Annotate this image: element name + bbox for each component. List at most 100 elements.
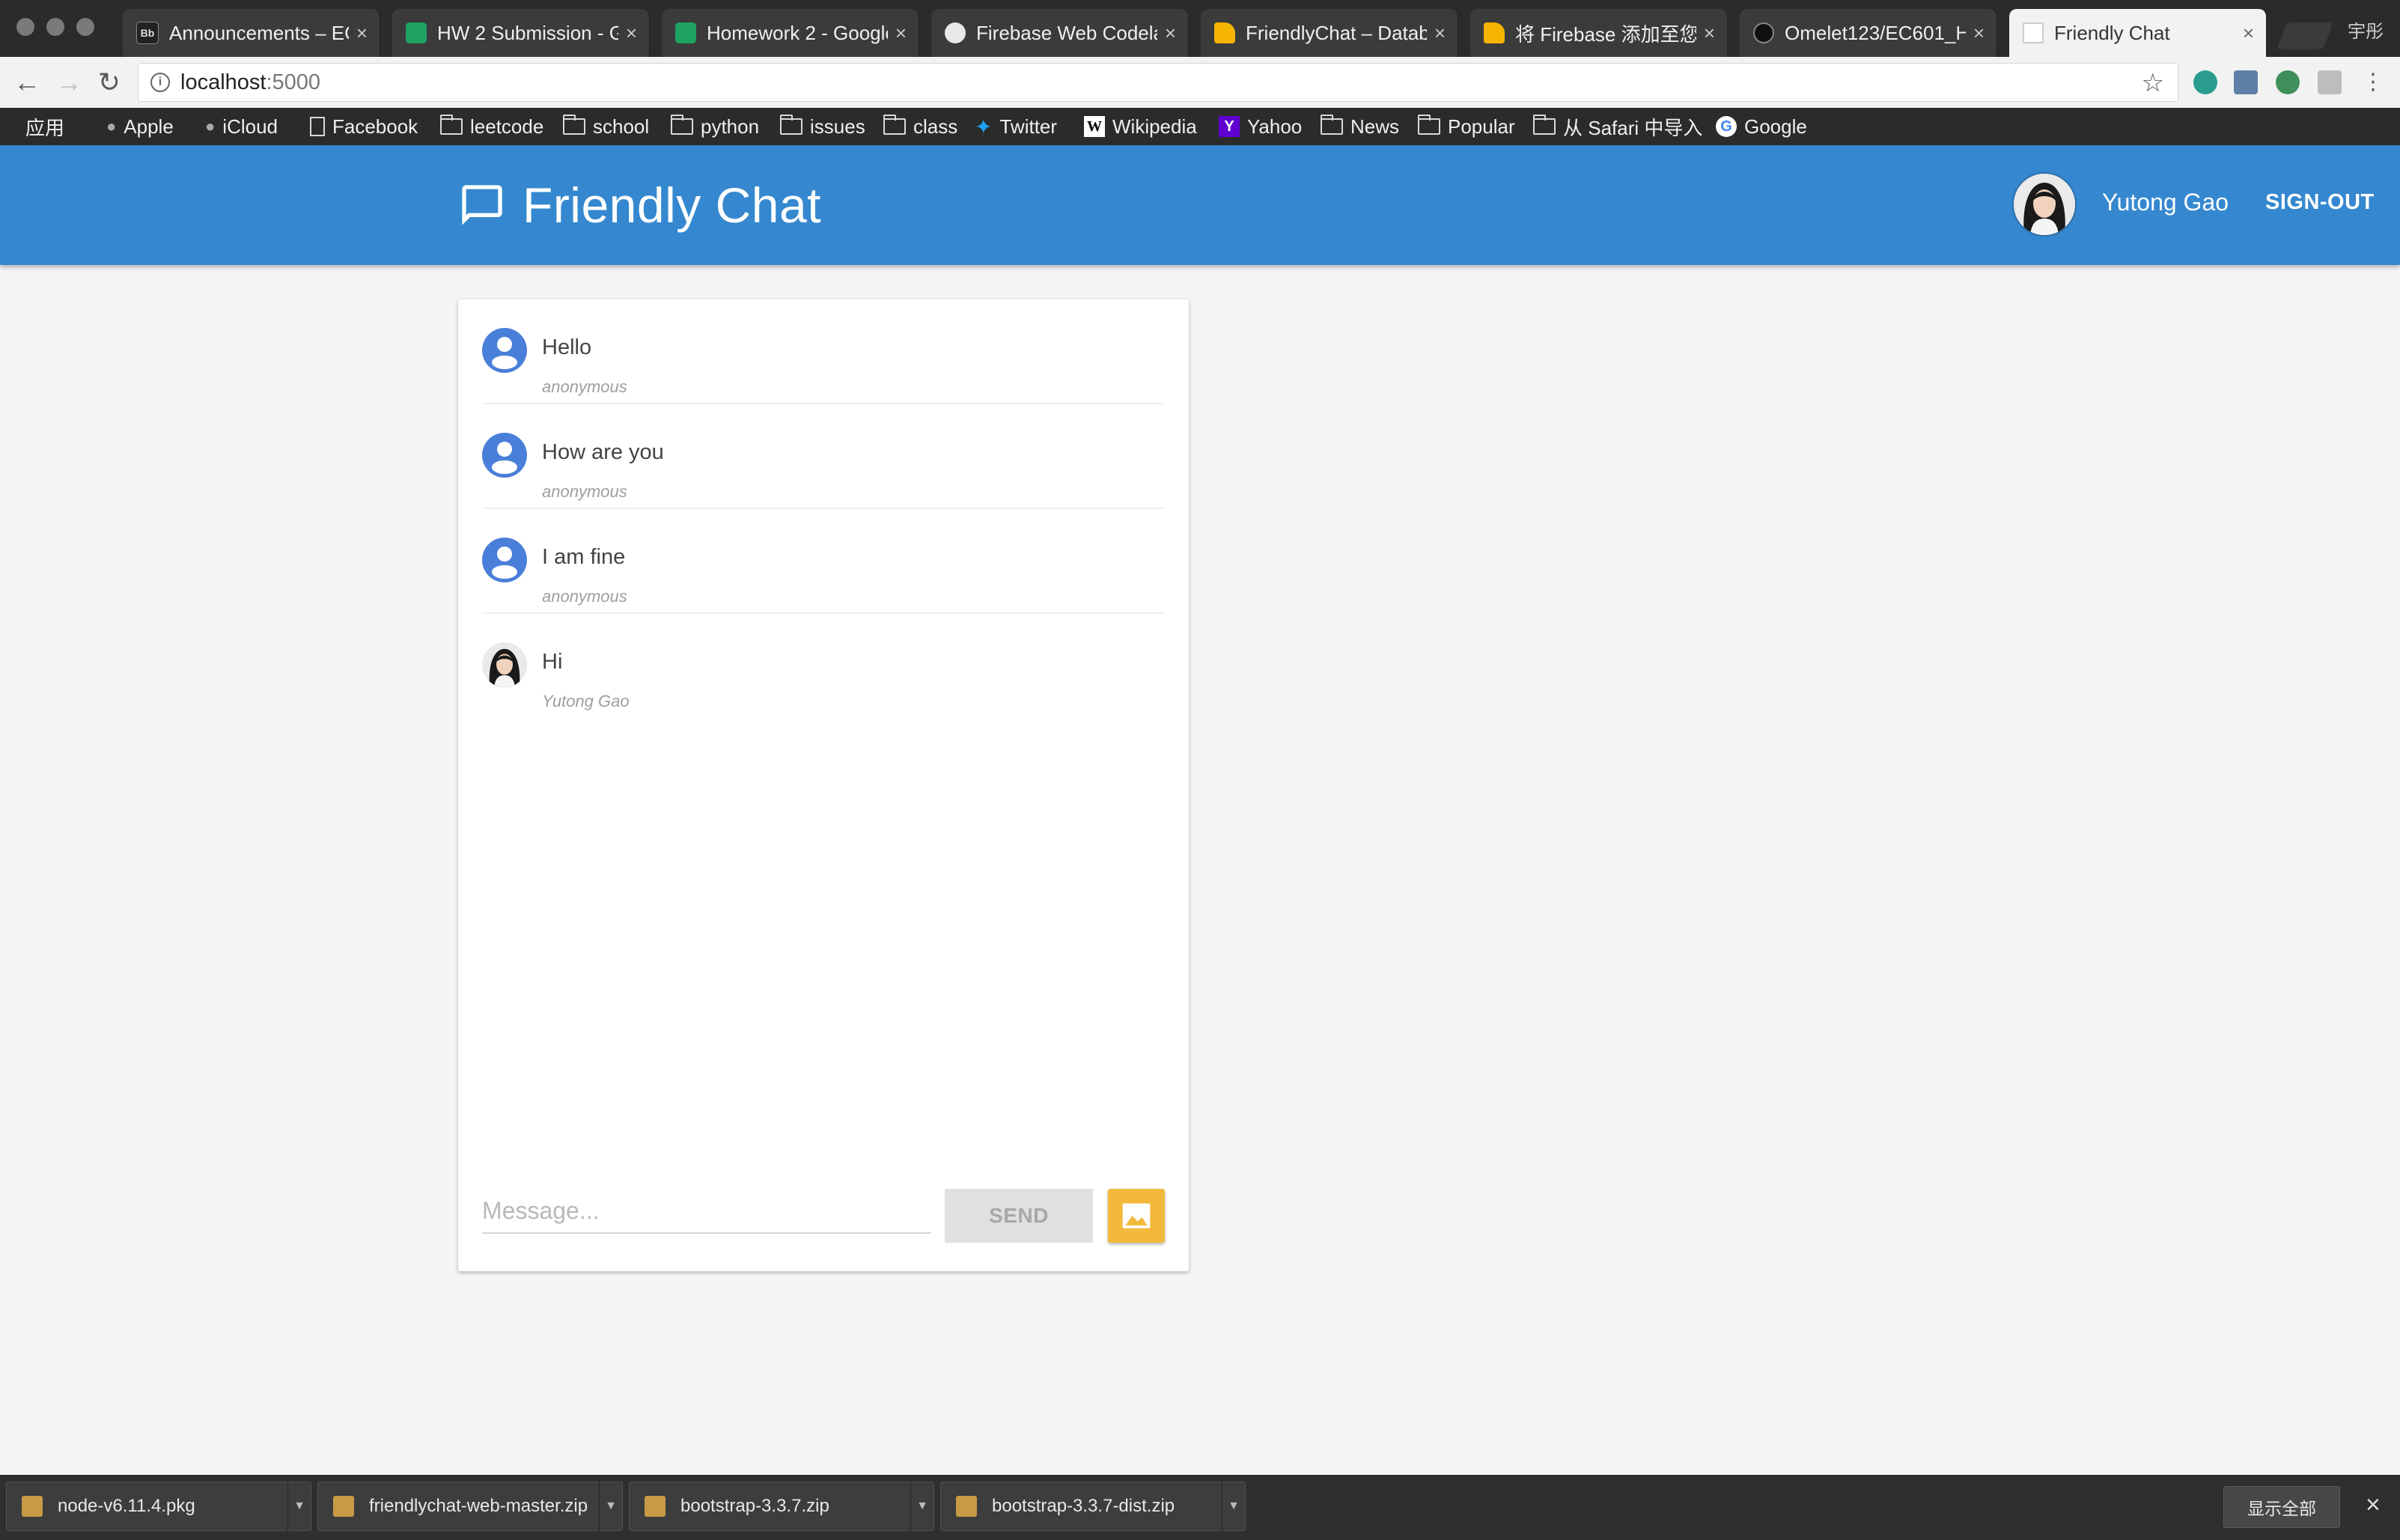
- bookmark-leetcode[interactable]: leetcode: [440, 108, 543, 145]
- messages-card: Hello anonymous How are you anonymous I …: [458, 299, 1189, 1271]
- browser-tab[interactable]: FriendlyChat – Databa ×: [1201, 9, 1458, 57]
- download-item[interactable]: node-v6.11.4.pkg ▼: [6, 1482, 311, 1531]
- window-close-dot[interactable]: [16, 18, 34, 36]
- message-author: anonymous: [542, 587, 627, 606]
- bookmark-facebook[interactable]: Facebook: [310, 108, 418, 145]
- bookmark-icloud[interactable]: ● iCloud: [205, 108, 278, 145]
- browser-tab[interactable]: Bb Announcements – EC ×: [123, 9, 380, 57]
- user-avatar: [2012, 172, 2077, 237]
- message-input[interactable]: [482, 1189, 931, 1234]
- download-item[interactable]: bootstrap-3.3.7-dist.zip ▼: [940, 1482, 1246, 1531]
- browser-tab-active[interactable]: Friendly Chat ×: [2009, 9, 2267, 57]
- tab-close-icon[interactable]: ×: [1165, 22, 1176, 45]
- tab-close-icon[interactable]: ×: [1704, 22, 1715, 45]
- browser-tab[interactable]: 将 Firebase 添加至您的 ×: [1470, 9, 1728, 57]
- sign-out-button[interactable]: SIGN-OUT: [2265, 190, 2375, 215]
- message-item: I am fine anonymous: [482, 509, 1165, 614]
- info-icon[interactable]: i: [150, 73, 170, 92]
- folder-icon: [883, 115, 906, 135]
- extension-new-icon[interactable]: [2276, 70, 2300, 94]
- bookmark-wikipedia[interactable]: W Wikipedia: [1084, 108, 1197, 145]
- send-button[interactable]: SEND: [945, 1189, 1093, 1243]
- bookmark-yahoo[interactable]: Y Yahoo: [1219, 108, 1302, 145]
- reload-icon[interactable]: ↻: [93, 66, 126, 99]
- chevron-down-icon[interactable]: ▼: [287, 1482, 311, 1531]
- bookmark-star-icon[interactable]: ☆: [2142, 68, 2164, 98]
- bookmark-label: 应用: [25, 116, 65, 139]
- tab-title: Firebase Web Codelab: [976, 21, 1157, 44]
- extension-icon[interactable]: [2318, 70, 2342, 94]
- extension-icon[interactable]: [2193, 70, 2217, 94]
- bookmark-news[interactable]: News: [1321, 108, 1399, 145]
- browser-tab[interactable]: Firebase Web Codelab ×: [931, 9, 1189, 57]
- bookmark-apps[interactable]: 应用: [18, 108, 64, 145]
- tab-title: Friendly Chat: [2054, 21, 2170, 44]
- bookmark-twitter[interactable]: ✦ Twitter: [975, 108, 1057, 145]
- apple-icon: ●: [106, 117, 117, 136]
- download-item[interactable]: bootstrap-3.3.7.zip ▼: [629, 1482, 934, 1531]
- bookmark-label: Facebook: [332, 115, 418, 138]
- extension-icon[interactable]: [2234, 70, 2258, 94]
- browser-tab[interactable]: HW 2 Submission - Go ×: [392, 9, 650, 57]
- tab-close-icon[interactable]: ×: [2243, 22, 2254, 45]
- upload-image-button[interactable]: [1108, 1189, 1165, 1243]
- window-minimize-dot[interactable]: [46, 18, 64, 36]
- bookmark-label: school: [593, 115, 650, 138]
- archive-icon: [645, 1496, 666, 1517]
- show-all-downloads-button[interactable]: 显示全部: [2223, 1486, 2340, 1528]
- browser-tab[interactable]: Omelet123/EC601_H ×: [1740, 9, 1997, 57]
- tab-title: FriendlyChat – Databa: [1246, 21, 1427, 44]
- bookmark-safari-import[interactable]: 从 Safari 中导入: [1533, 108, 1702, 145]
- bookmark-issues[interactable]: issues: [780, 108, 865, 145]
- app-title: Friendly Chat: [523, 177, 821, 233]
- app-header: Friendly Chat Yutong Gao SIGN-OUT: [0, 145, 2400, 265]
- message-text: Hello: [542, 335, 592, 359]
- bookmark-apple[interactable]: ● Apple: [106, 108, 174, 145]
- bookmark-google[interactable]: G Google: [1716, 108, 1807, 145]
- bookmark-school[interactable]: school: [563, 108, 649, 145]
- chevron-down-icon[interactable]: ▼: [910, 1482, 933, 1531]
- bookmark-python[interactable]: python: [671, 108, 759, 145]
- tab-close-icon[interactable]: ×: [356, 22, 368, 45]
- message-text: How are you: [542, 440, 664, 464]
- address-bar[interactable]: i localhost:5000 ☆: [138, 63, 2178, 102]
- window-zoom-dot[interactable]: [76, 18, 94, 36]
- new-tab-button[interactable]: [2276, 22, 2333, 49]
- tab-close-icon[interactable]: ×: [1434, 22, 1446, 45]
- forward-arrow-icon[interactable]: →: [52, 66, 85, 99]
- tab-title: Homework 2 - Google: [707, 21, 888, 44]
- chevron-down-icon[interactable]: ▼: [1222, 1482, 1245, 1531]
- profile-name[interactable]: 宇彤: [2348, 16, 2384, 43]
- download-shelf: node-v6.11.4.pkg ▼ friendlychat-web-mast…: [0, 1475, 2400, 1540]
- tab-close-icon[interactable]: ×: [1973, 22, 1985, 45]
- apple-icon: ●: [205, 117, 216, 136]
- bb-icon: Bb: [136, 22, 159, 44]
- bookmark-label: Apple: [124, 115, 174, 138]
- folder-icon: [671, 115, 693, 135]
- back-arrow-icon[interactable]: ←: [10, 66, 43, 99]
- tab-close-icon[interactable]: ×: [895, 22, 907, 45]
- anonymous-avatar-icon: [482, 538, 527, 582]
- message-author: anonymous: [542, 482, 627, 501]
- bookmark-class[interactable]: class: [883, 108, 957, 145]
- browser-tab[interactable]: Homework 2 - Google ×: [662, 9, 919, 57]
- page-icon: [310, 117, 325, 136]
- menu-dots-icon[interactable]: ⋮: [2357, 66, 2390, 99]
- folder-icon: [1533, 115, 1556, 135]
- bookmark-label: leetcode: [470, 115, 544, 138]
- firebase-icon: [1484, 22, 1505, 43]
- sheets-icon: [675, 22, 696, 43]
- message-item: Hi Yutong Gao: [482, 614, 1165, 719]
- chevron-down-icon[interactable]: ▼: [599, 1482, 622, 1531]
- download-item[interactable]: friendlychat-web-master.zip ▼: [317, 1482, 623, 1531]
- address-url[interactable]: localhost:5000: [180, 70, 320, 95]
- user-name: Yutong Gao: [2102, 189, 2229, 216]
- archive-icon: [333, 1496, 354, 1517]
- tab-title: 将 Firebase 添加至您的: [1515, 22, 1696, 46]
- bookmark-popular[interactable]: Popular: [1418, 108, 1515, 145]
- sheets-icon: [406, 22, 427, 43]
- tab-close-icon[interactable]: ×: [626, 22, 637, 45]
- wikipedia-icon: W: [1084, 116, 1105, 137]
- close-icon[interactable]: ×: [2366, 1491, 2381, 1520]
- yahoo-icon: Y: [1219, 116, 1240, 137]
